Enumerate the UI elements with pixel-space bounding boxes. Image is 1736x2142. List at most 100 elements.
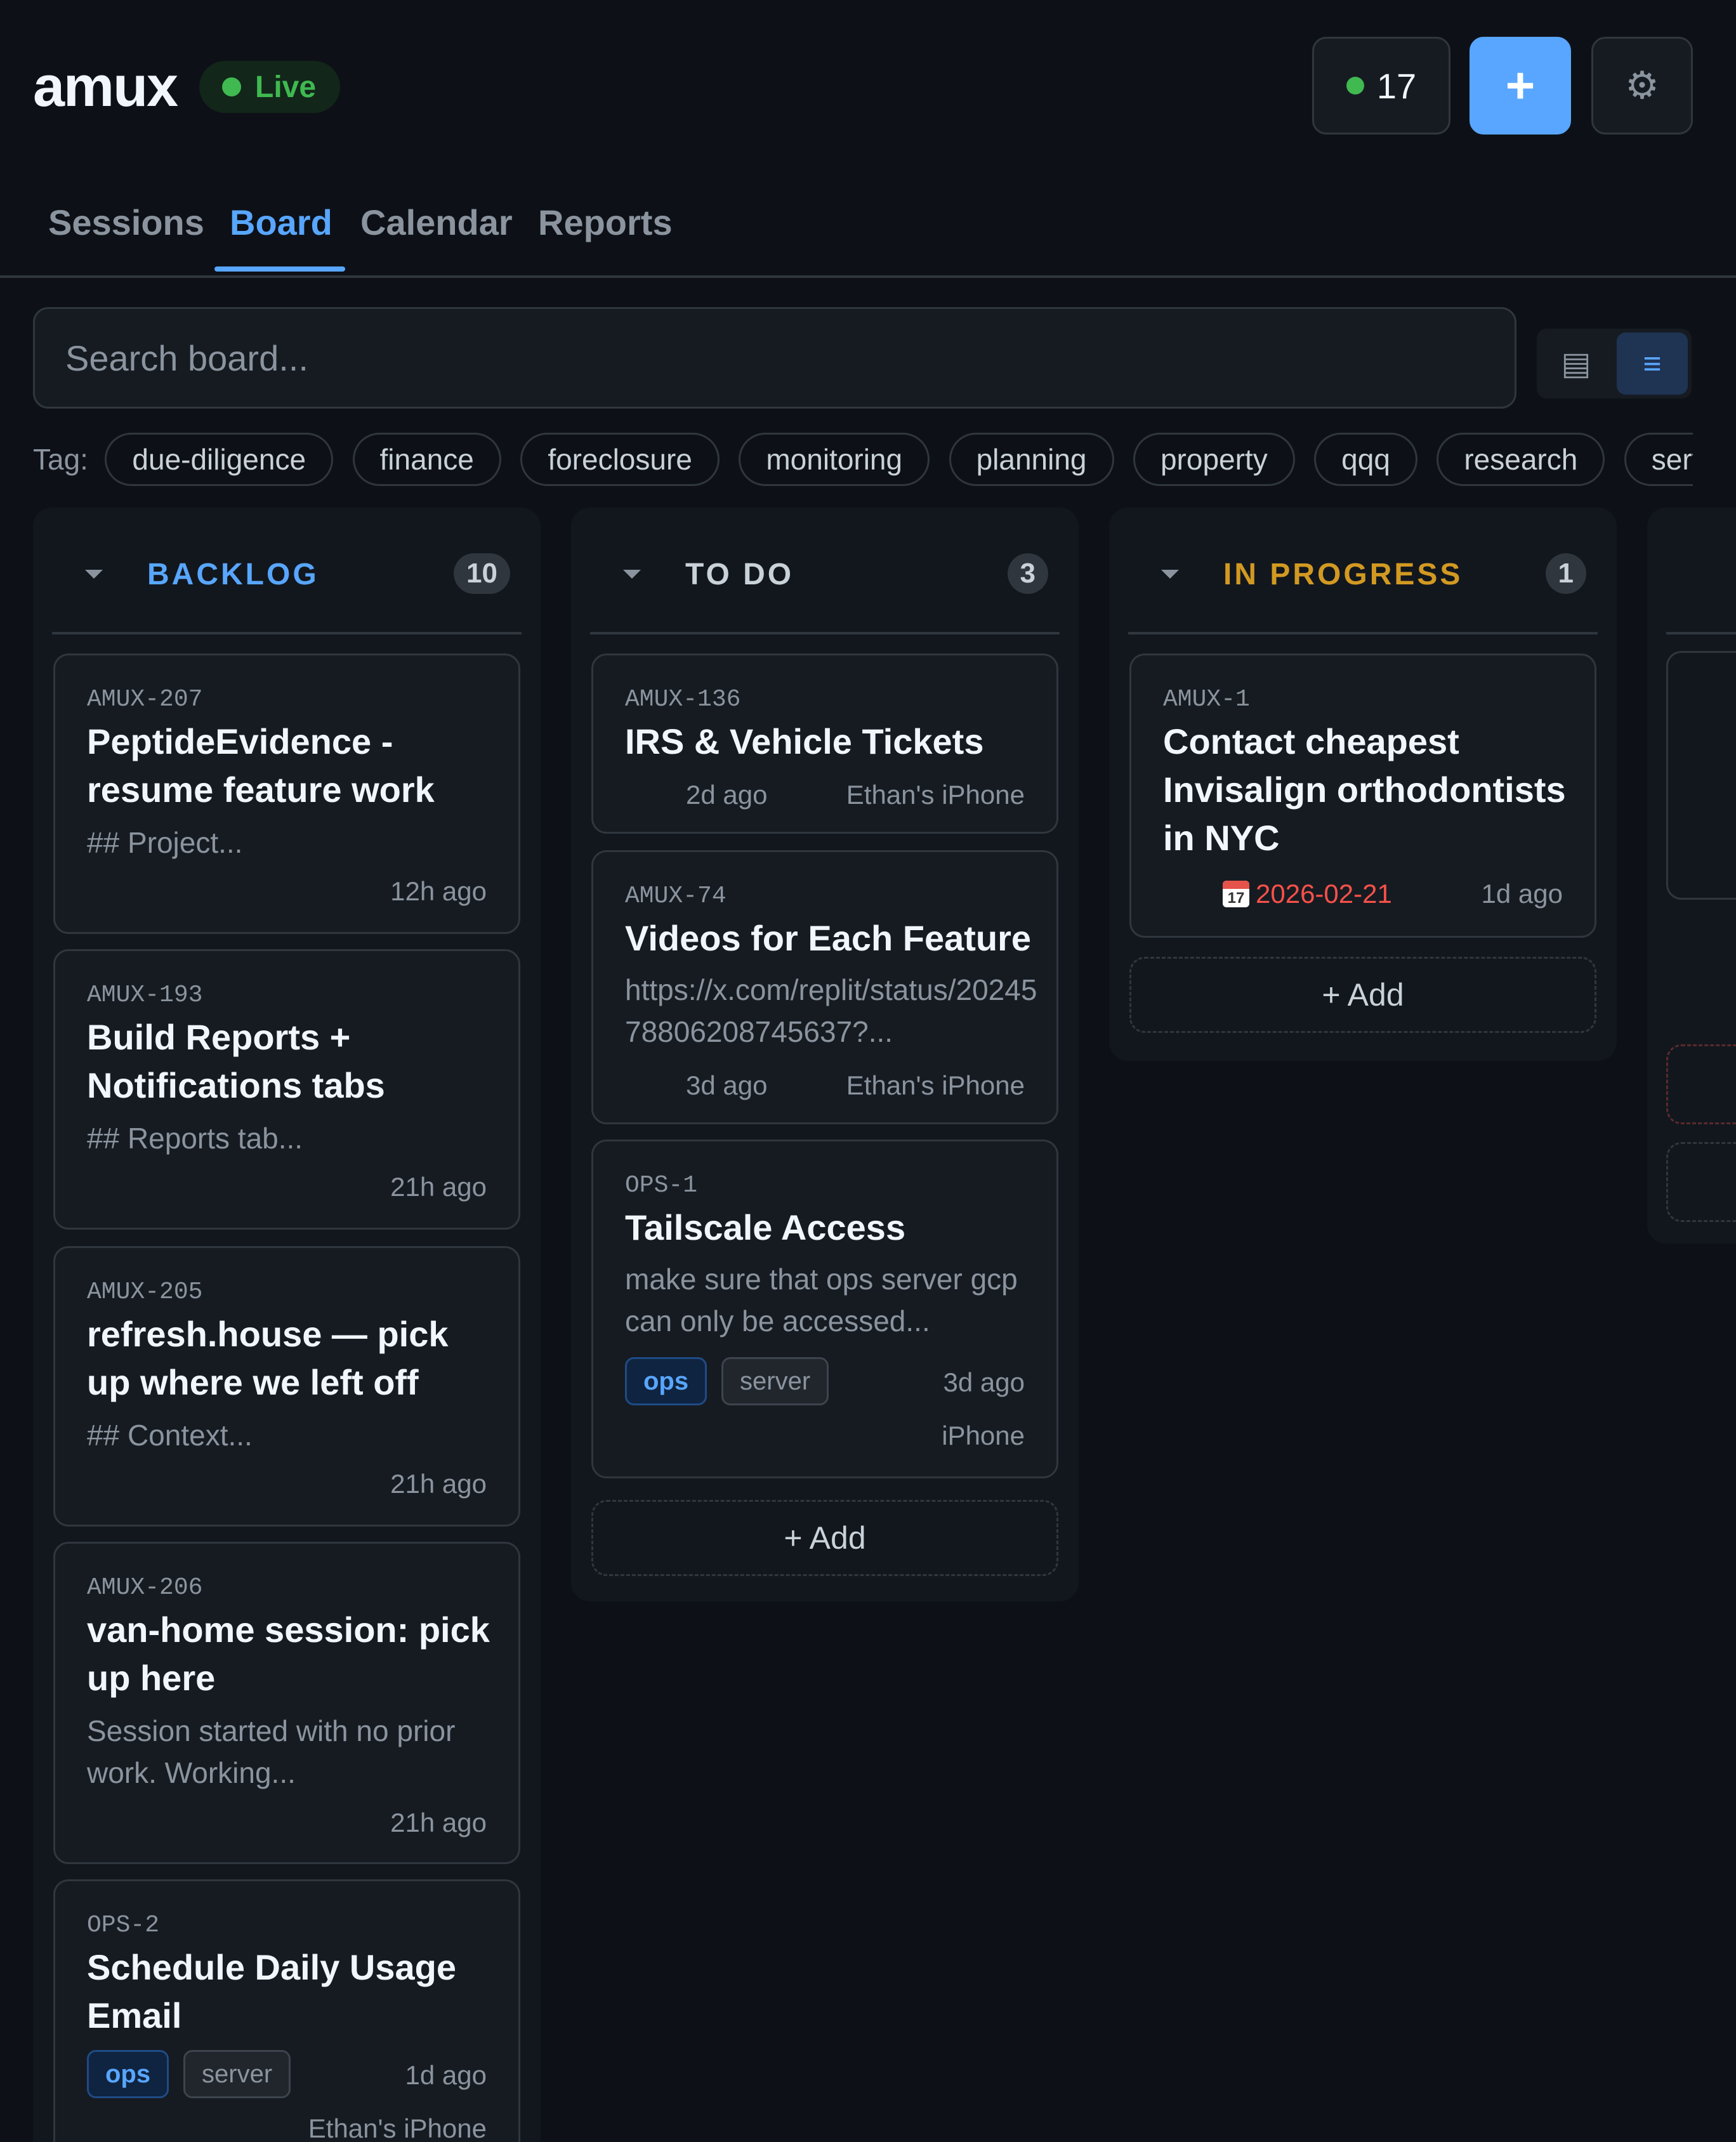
- card-description: Session started with no prior work. Work…: [87, 1714, 456, 1789]
- column-count-badge: 1: [1545, 553, 1586, 594]
- column-todo: TO DO 3 AMUX-136 IRS & Vehicle Tickets 2…: [571, 508, 1079, 1601]
- task-card[interactable]: AMUX-207 PeptideEvidence - resume featur…: [53, 654, 520, 934]
- add-card-button[interactable]: + Add: [591, 1500, 1058, 1576]
- list-icon: ≡: [1643, 346, 1662, 381]
- tab-calendar[interactable]: Calendar: [360, 202, 513, 243]
- tab-board[interactable]: Board: [230, 202, 332, 243]
- card-id: AMUX-1: [1163, 686, 1250, 713]
- task-card[interactable]: OPS-2 Schedule Daily Usage Email ops ser…: [53, 1879, 520, 2142]
- main-tabs: Sessions Board Calendar Reports: [0, 190, 1736, 278]
- grid-icon: ▤: [1561, 346, 1591, 381]
- card-device: iPhone: [942, 1421, 1025, 1450]
- card-timestamp: 3d ago: [943, 1367, 1025, 1397]
- list-view-button[interactable]: ≡: [1617, 332, 1688, 395]
- add-card-button[interactable]: [1666, 1142, 1736, 1222]
- card-id: AMUX-206: [87, 1574, 203, 1601]
- card-timestamp: 21h ago: [390, 1172, 487, 1202]
- column-header-divider: [1666, 632, 1736, 634]
- active-sessions-button[interactable]: 17: [1312, 37, 1450, 135]
- column-title: IN PROGRESS: [1223, 558, 1463, 591]
- add-card-button[interactable]: + Add: [1129, 957, 1596, 1033]
- card-title: van-home session: pick up here: [87, 1610, 490, 1698]
- tag-chip[interactable]: finance: [352, 433, 501, 486]
- search-input[interactable]: [33, 307, 1516, 409]
- card-device: Ethan's iPhone: [308, 2113, 487, 2142]
- live-dot-icon: [222, 77, 241, 96]
- card-id: AMUX-136: [625, 686, 741, 713]
- tag-chip[interactable]: research: [1437, 433, 1605, 486]
- tag-chip[interactable]: property: [1133, 433, 1295, 486]
- brand-logo: amux: [33, 55, 178, 119]
- column-title: BACKLOG: [147, 558, 319, 591]
- card-title: Videos for Each Feature: [625, 918, 1032, 958]
- task-card[interactable]: AMUX-74 Videos for Each Feature https://…: [591, 850, 1058, 1124]
- tab-sessions[interactable]: Sessions: [48, 202, 204, 243]
- due-date-text: 2026-02-21: [1256, 879, 1392, 909]
- card-due-date: 17 2026-02-21: [1223, 879, 1392, 909]
- task-card[interactable]: [1666, 651, 1736, 900]
- tag-filter-label: Tag:: [33, 443, 88, 476]
- card-timestamp: 3d ago: [686, 1070, 768, 1100]
- task-card[interactable]: AMUX-193 Build Reports + Notifications t…: [53, 949, 520, 1230]
- active-sessions-count: 17: [1376, 65, 1417, 106]
- tag-chip[interactable]: serve: [1624, 433, 1693, 486]
- card-id: AMUX-207: [87, 686, 203, 713]
- card-title: refresh.house — pick up where we left of…: [87, 1314, 449, 1402]
- column-backlog: BACKLOG 10 AMUX-207 PeptideEvidence - re…: [33, 508, 541, 2142]
- tab-reports[interactable]: Reports: [538, 202, 673, 243]
- task-card[interactable]: AMUX-206 van-home session: pick up here …: [53, 1542, 520, 1864]
- tag-chip[interactable]: planning: [949, 433, 1114, 486]
- card-title: Build Reports + Notifications tabs: [87, 1017, 385, 1105]
- card-title: IRS & Vehicle Tickets: [625, 721, 984, 761]
- card-description: ## Project...: [87, 826, 243, 859]
- task-card[interactable]: OPS-1 Tailscale Access make sure that op…: [591, 1140, 1058, 1478]
- tag-chip-ops[interactable]: ops: [87, 2050, 169, 2098]
- grid-view-button[interactable]: ▤: [1541, 332, 1612, 395]
- gear-icon: ⚙: [1625, 64, 1659, 107]
- tag-chip[interactable]: due-diligence: [105, 433, 334, 486]
- card-description: https://x.com/replit/status/202457880620…: [625, 973, 1037, 1048]
- column-header: IN PROGRESS 1: [1128, 508, 1598, 634]
- card-id: AMUX-193: [87, 982, 203, 1009]
- card-description: make sure that ops server gcp can only b…: [625, 1263, 1018, 1337]
- add-button[interactable]: +: [1470, 37, 1571, 135]
- card-id: OPS-1: [625, 1172, 698, 1199]
- column-partial: [1647, 508, 1736, 1244]
- calendar-icon: 17: [1223, 881, 1249, 907]
- collapse-caret-icon[interactable]: [85, 570, 103, 579]
- calendar-icon-day: 17: [1227, 890, 1245, 907]
- task-card[interactable]: AMUX-205 refresh.house — pick up where w…: [53, 1246, 520, 1527]
- live-label: Live: [255, 70, 317, 104]
- card-timestamp: 1d ago: [1481, 879, 1563, 909]
- tag-chip-server[interactable]: server: [183, 2050, 291, 2098]
- collapse-caret-icon[interactable]: [623, 570, 641, 579]
- card-timestamp: 21h ago: [390, 1469, 487, 1499]
- card-title: Tailscale Access: [625, 1207, 906, 1247]
- column-count-badge: 10: [454, 553, 510, 594]
- card-timestamp: 2d ago: [686, 780, 768, 810]
- tag-chip[interactable]: foreclosure: [520, 433, 720, 486]
- card-description: ## Reports tab...: [87, 1122, 303, 1155]
- column-in-progress: IN PROGRESS 1 AMUX-1 Contact cheapest In…: [1109, 508, 1617, 1061]
- tag-chip-ops[interactable]: ops: [625, 1357, 707, 1405]
- tag-chip-server[interactable]: server: [721, 1357, 829, 1405]
- settings-button[interactable]: ⚙: [1591, 37, 1693, 135]
- column-header: BACKLOG 10: [52, 508, 522, 634]
- active-tab-indicator: [214, 266, 345, 272]
- column-header: TO DO 3: [590, 508, 1060, 634]
- tag-chip[interactable]: qqq: [1314, 433, 1417, 486]
- card-device: Ethan's iPhone: [846, 780, 1025, 810]
- add-card-button[interactable]: [1666, 1044, 1736, 1124]
- collapse-caret-icon[interactable]: [1161, 570, 1179, 579]
- tag-chip[interactable]: monitoring: [739, 433, 930, 486]
- card-id: AMUX-74: [625, 883, 727, 910]
- task-card[interactable]: AMUX-1 Contact cheapest Invisalign ortho…: [1129, 654, 1596, 938]
- task-card[interactable]: AMUX-136 IRS & Vehicle Tickets 2d ago Et…: [591, 654, 1058, 834]
- live-status-badge: Live: [199, 61, 341, 113]
- column-title: TO DO: [685, 558, 794, 591]
- card-title: Schedule Daily Usage Email: [87, 1947, 457, 2035]
- card-id: OPS-2: [87, 1912, 160, 1939]
- column-count-badge: 3: [1007, 553, 1048, 594]
- card-timestamp: 12h ago: [390, 876, 487, 906]
- status-dot-icon: [1346, 77, 1364, 95]
